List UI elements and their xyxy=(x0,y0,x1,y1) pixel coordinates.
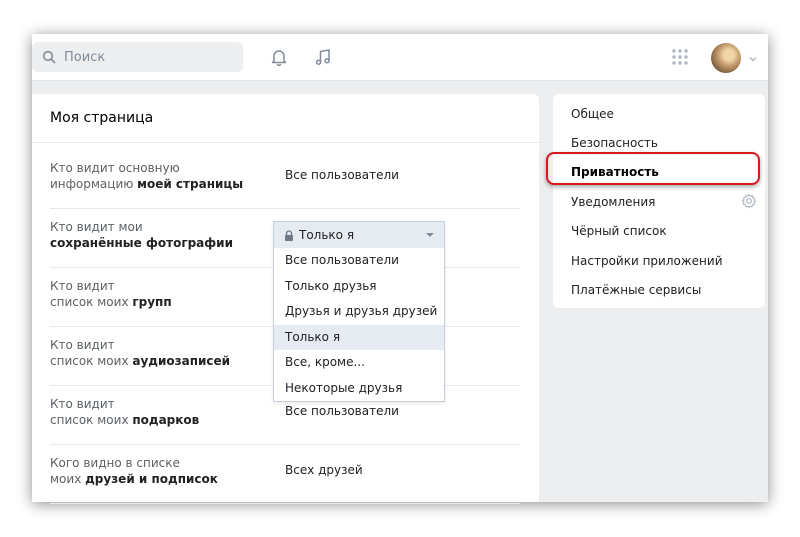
menu-item-app-settings[interactable]: Настройки приложений xyxy=(571,254,723,268)
row-label: Кто видит список моих подарков xyxy=(50,397,200,427)
privacy-highlight-frame xyxy=(546,152,760,185)
lock-icon xyxy=(284,229,294,241)
menu-item-blacklist[interactable]: Чёрный список xyxy=(571,224,667,238)
row-label: Кто видит мои сохранённые фотографии xyxy=(50,220,233,250)
apps-grid-icon[interactable] xyxy=(669,46,691,68)
dropdown-option[interactable]: Только я xyxy=(274,324,444,350)
dropdown-selected-label: Только я xyxy=(299,228,355,242)
dropdown-selected[interactable]: Только я xyxy=(274,222,444,248)
privacy-dropdown[interactable]: Только я Все пользователи Только друзья … xyxy=(273,221,445,402)
menu-item-notifications[interactable]: Уведомления xyxy=(571,195,655,209)
row-value-link[interactable]: Всех друзей xyxy=(285,463,363,477)
chevron-down-icon xyxy=(426,233,434,237)
panel-title: Моя страница xyxy=(32,94,539,143)
row-value-link[interactable]: Все пользователи xyxy=(285,168,399,182)
row-value-link[interactable]: Все пользователи xyxy=(285,404,399,418)
menu-item-security[interactable]: Безопасность xyxy=(571,136,658,150)
row-label: Кто видит список моих групп xyxy=(50,279,172,309)
dropdown-option[interactable]: Некоторые друзья xyxy=(274,376,444,402)
menu-item-payment-services[interactable]: Платёжные сервисы xyxy=(571,283,701,297)
dropdown-option[interactable]: Друзья и друзья друзей xyxy=(274,299,444,325)
row-label: Кто видит основную информацию моей страни… xyxy=(50,161,244,191)
dropdown-option[interactable]: Все пользователи xyxy=(274,248,444,274)
dropdown-option[interactable]: Все, кроме... xyxy=(274,350,444,376)
settings-row: Кого видно в списке моих друзей и подписо… xyxy=(50,445,520,504)
dropdown-option[interactable]: Только друзья xyxy=(274,274,444,300)
avatar[interactable] xyxy=(711,43,741,73)
music-note-icon[interactable] xyxy=(312,46,334,68)
search-icon xyxy=(42,50,56,64)
row-label: Кого видно в списке моих друзей и подписо… xyxy=(50,456,218,486)
menu-item-general[interactable]: Общее xyxy=(571,107,614,121)
settings-row: Кто видит основную информацию моей страни… xyxy=(50,150,520,209)
settings-menu: Общее Безопасность Приватность Уведомлен… xyxy=(553,94,765,308)
chevron-down-icon[interactable] xyxy=(748,53,758,63)
row-label: Кто видит список моих аудиозаписей xyxy=(50,338,231,368)
gear-icon[interactable] xyxy=(741,193,757,209)
search-input[interactable] xyxy=(62,48,236,66)
bell-icon[interactable] xyxy=(268,46,290,68)
top-bar xyxy=(32,34,768,81)
search-box[interactable] xyxy=(32,42,243,72)
